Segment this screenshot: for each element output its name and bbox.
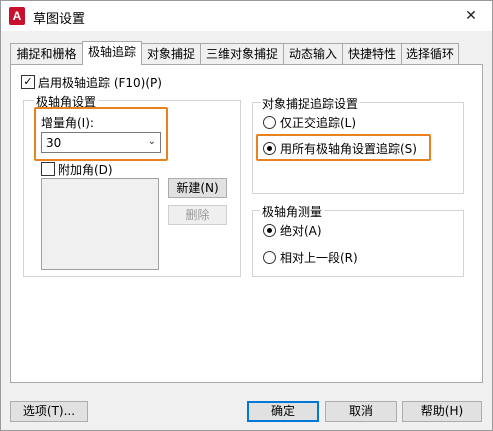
cancel-button[interactable]: 取消	[325, 401, 397, 422]
additional-angles-label: 附加角(D)	[58, 163, 113, 177]
polar-angle-settings-title: 极轴角设置	[34, 93, 99, 110]
checkmark-icon: ✓	[23, 75, 33, 88]
tab-snap-grid[interactable]: 捕捉和栅格	[10, 43, 83, 64]
tab-selection-cycling[interactable]: 选择循环	[401, 43, 459, 64]
autocad-app-icon: A	[9, 7, 25, 25]
delete-angle-button[interactable]: 删除	[168, 205, 227, 225]
window-title: 草图设置	[33, 12, 86, 27]
polar-tracking-panel: ✓ 启用极轴追踪 (F10)(P) 极轴角设置 增量角(I): 30 ⌄ 附加角…	[10, 64, 483, 383]
enable-polar-label: 启用极轴追踪 (F10)(P)	[38, 76, 162, 90]
increment-angle-value: 30	[46, 136, 62, 150]
polar-angle-measurement-title: 极轴角测量	[260, 203, 325, 220]
drafting-settings-dialog: A 草图设置 ✕ 捕捉和栅格 极轴追踪 对象捕捉 三维对象捕捉 动态输入 快捷特…	[0, 0, 493, 431]
object-snap-tracking-title: 对象捕捉追踪设置	[260, 95, 361, 112]
enable-polar-checkbox[interactable]: ✓	[21, 75, 35, 89]
absolute-radio[interactable]	[263, 224, 276, 237]
relative-to-last-label: 相对上一段(R)	[280, 251, 358, 265]
radio-selected-dot	[267, 228, 272, 233]
tab-quick-properties[interactable]: 快捷特性	[342, 43, 402, 64]
tab-dynamic-input[interactable]: 动态输入	[283, 43, 343, 64]
polar-angle-measurement-group	[252, 210, 464, 277]
chevron-down-icon: ⌄	[147, 136, 156, 147]
increment-angle-dropdown[interactable]: 30 ⌄	[41, 132, 161, 153]
absolute-label: 绝对(A)	[280, 224, 322, 238]
new-angle-button[interactable]: 新建(N)	[168, 178, 227, 198]
ortho-tracking-radio[interactable]	[263, 116, 276, 129]
relative-to-last-radio[interactable]	[263, 251, 276, 264]
ok-button[interactable]: 确定	[247, 401, 319, 422]
tab-3d-object-snap[interactable]: 三维对象捕捉	[200, 43, 284, 64]
additional-angles-list[interactable]	[41, 178, 159, 270]
tab-polar-tracking[interactable]: 极轴追踪	[82, 41, 142, 65]
title-bar: A 草图设置 ✕	[1, 1, 492, 31]
tab-object-snap[interactable]: 对象捕捉	[141, 43, 201, 64]
all-polar-tracking-label: 用所有极轴角设置追踪(S)	[280, 142, 417, 156]
additional-angles-checkbox[interactable]	[41, 162, 55, 176]
close-icon[interactable]: ✕	[458, 3, 484, 29]
radio-selected-dot	[267, 146, 272, 151]
increment-angle-label: 增量角(I):	[41, 116, 94, 130]
help-button[interactable]: 帮助(H)	[402, 401, 482, 422]
all-polar-tracking-radio[interactable]	[263, 142, 276, 155]
options-button[interactable]: 选项(T)...	[10, 401, 88, 422]
ortho-tracking-label: 仅正交追踪(L)	[280, 116, 357, 130]
